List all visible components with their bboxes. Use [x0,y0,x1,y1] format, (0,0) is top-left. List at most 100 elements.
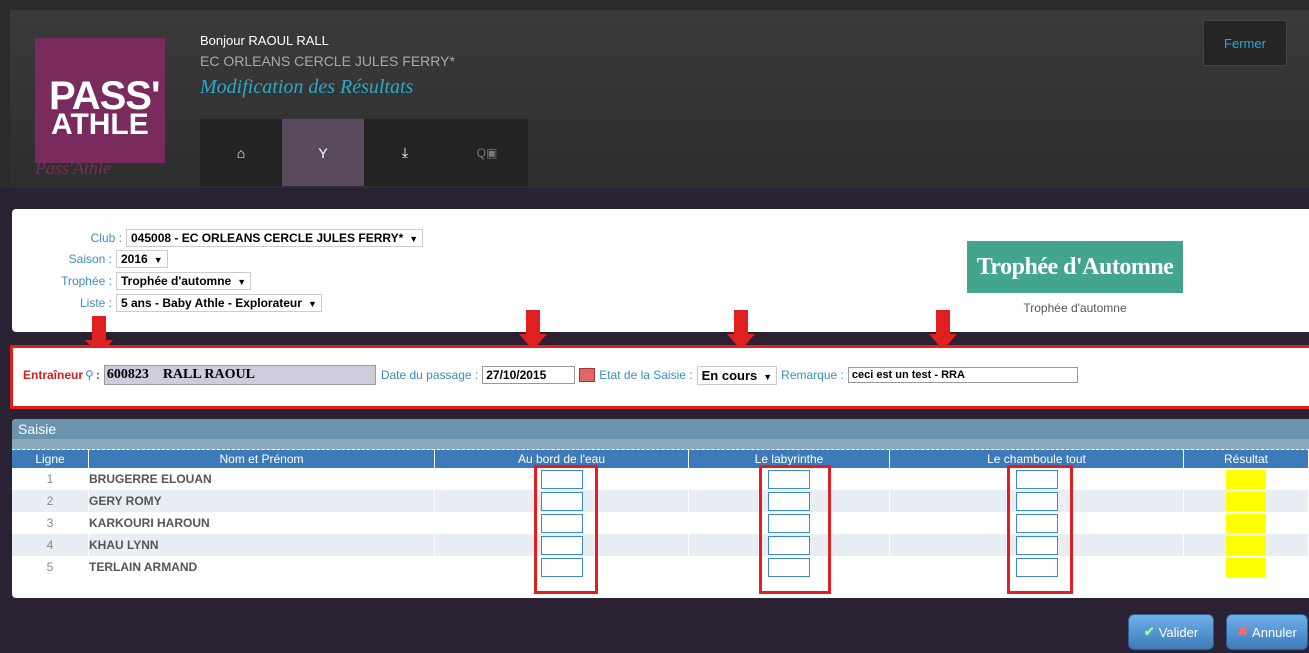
nav-home[interactable]: ⌂ [200,119,282,186]
nav-trophy[interactable]: Y [282,119,364,186]
resultat-cell [1183,490,1309,512]
col-ligne: Ligne [12,450,89,468]
col-resultat: Résultat [1183,450,1309,468]
trophy-icon: Y [318,144,328,161]
chevron-down-icon: ▼ [307,299,317,309]
page-title: Modification des Résultats [200,76,414,98]
calendar-icon[interactable] [579,368,596,382]
check-icon: ✔ [1143,624,1155,639]
row-ligne: 4 [12,534,89,556]
liste-row: Liste : 5 ans - Baby Athle - Explorateur… [12,294,322,312]
trophee-select-value: Trophée d'automne [121,274,232,288]
search-icon[interactable]: ⚲ [85,368,94,382]
club-row: Club : 045008 - EC ORLEANS CERCLE JULES … [12,229,424,247]
row-nom: TERLAIN ARMAND [88,556,435,578]
logo-subtitle: Pass'Athle [35,158,111,178]
saisie-divider [12,439,1309,450]
trophee-select[interactable]: Trophée d'automne ▼ [116,272,252,290]
row-nom: KARKOURI HAROUN [88,512,435,534]
row-nom: GERY ROMY [88,490,435,512]
row-ligne: 1 [12,468,89,490]
date-label: Date du passage : [380,368,479,382]
chevron-down-icon: ▼ [763,371,773,382]
valider-button[interactable]: ✔ Valider [1128,614,1214,650]
remarque-input[interactable]: ceci est un test - RRA [847,367,1078,383]
saison-label: Saison : [68,252,112,266]
resultat-value [1226,513,1266,533]
session-panel: Entraîneur ⚲ : 600823 RALL RAOUL Date du… [10,345,1309,409]
trophee-row: Trophée : Trophée d'automne ▼ [12,272,252,290]
results-table: Ligne Nom et Prénom Au bord de l'eau Le … [12,450,1309,578]
table-row: 3 KARKOURI HAROUN [12,512,1309,534]
club-select[interactable]: 045008 - EC ORLEANS CERCLE JULES FERRY* ▼ [126,229,424,247]
close-icon: ✖ [1237,624,1249,639]
resultat-cell [1183,512,1309,534]
saison-select[interactable]: 2016 ▼ [116,250,168,268]
logo-line2: ATHLE [51,108,149,141]
saison-select-value: 2016 [121,252,148,266]
trophy-banner: Trophée d'Automne [967,241,1183,293]
session-row: Entraîneur ⚲ : 600823 RALL RAOUL Date du… [23,365,1078,385]
resultat-value [1226,469,1266,489]
saisie-title: Saisie [12,419,1309,439]
close-button[interactable]: Fermer [1203,20,1287,66]
row-ligne: 2 [12,490,89,512]
row-ligne: 5 [12,556,89,578]
date-input[interactable]: 27/10/2015 [482,366,576,384]
col-nom: Nom et Prénom [88,450,435,468]
row-nom: KHAU LYNN [88,534,435,556]
highlight-labyrinthe [759,465,831,594]
search-icon: Q▣ [476,145,498,160]
arrow-remarque [929,310,957,350]
coach-id: 600823 [106,367,149,382]
arrow-date [519,310,547,350]
chevron-down-icon: ▼ [409,234,419,244]
table-row: 2 GERY ROMY [12,490,1309,512]
row-nom: BRUGERRE ELOUAN [88,468,435,490]
saisie-panel: Saisie Ligne Nom et Prénom Au bord de l'… [12,419,1309,598]
coach-label: Entraîneur [23,368,84,382]
download-icon: ⤓ [401,144,409,160]
table-row: 4 KHAU LYNN [12,534,1309,556]
coach-colon: : [95,368,100,382]
table-row: 5 TERLAIN ARMAND [12,556,1309,578]
etat-select-value: En cours [701,367,758,383]
greeting: Bonjour RAOUL RALL [200,33,329,48]
resultat-value [1226,535,1266,555]
coach-name: RALL RAOUL [162,367,255,382]
highlight-chamboule [1007,465,1073,594]
resultat-cell [1183,534,1309,556]
liste-select-value: 5 ans - Baby Athle - Explorateur [121,296,302,310]
club-select-value: 045008 - EC ORLEANS CERCLE JULES FERRY* [131,231,404,245]
pass-athle-logo: PASS' ATHLE [35,38,165,163]
chevron-down-icon: ▼ [153,255,163,265]
table-header-row: Ligne Nom et Prénom Au bord de l'eau Le … [12,450,1309,468]
liste-label: Liste : [79,296,112,310]
home-icon: ⌂ [236,144,246,161]
club-label: Club : [90,231,122,245]
trophee-label: Trophée : [61,274,112,288]
trophy-caption: Trophée d'automne [1023,301,1127,315]
arrow-etat [727,310,755,350]
annuler-button[interactable]: ✖ Annuler [1226,614,1308,650]
remarque-label: Remarque : [781,368,844,382]
saison-row: Saison : 2016 ▼ [12,250,168,268]
annuler-label: Annuler [1252,624,1297,640]
valider-label: Valider [1158,624,1199,640]
nav-search[interactable]: Q▣ [446,119,528,186]
coach-field[interactable]: 600823 RALL RAOUL [103,365,376,385]
nav-download[interactable]: ⤓ [364,119,446,186]
resultat-value [1226,557,1266,577]
etat-select[interactable]: En cours ▼ [696,365,778,385]
row-ligne: 3 [12,512,89,534]
highlight-bord-eau [534,465,598,594]
resultat-cell [1183,468,1309,490]
header-bar [0,0,1309,188]
filter-panel: Club : 045008 - EC ORLEANS CERCLE JULES … [12,209,1309,332]
etat-label: Etat de la Saisie : [599,368,693,382]
club-name: EC ORLEANS CERCLE JULES FERRY* [200,53,455,69]
liste-select[interactable]: 5 ans - Baby Athle - Explorateur ▼ [116,294,322,312]
main-nav: ⌂ Y ⤓ Q▣ [200,119,528,186]
chevron-down-icon: ▼ [237,277,247,287]
resultat-cell [1183,556,1309,578]
